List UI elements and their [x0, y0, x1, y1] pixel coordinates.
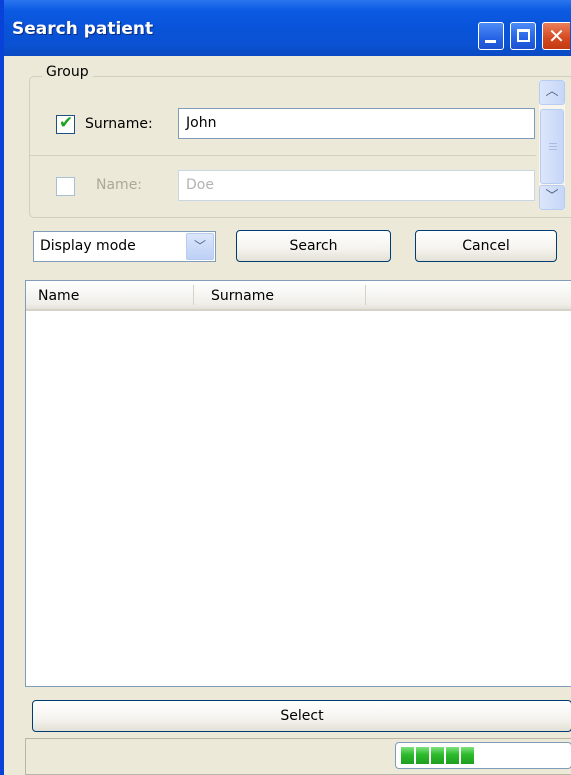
name-checkbox[interactable]: [56, 177, 75, 196]
scroll-down-button[interactable]: ﹀: [539, 185, 565, 210]
group-scrollbar[interactable]: ︿ ﹀: [539, 80, 565, 210]
chevron-down-icon: ﹀: [193, 239, 206, 253]
column-divider[interactable]: [193, 285, 194, 305]
display-mode-value: Display mode: [40, 238, 136, 254]
column-header-surname[interactable]: Surname: [211, 288, 274, 304]
title-bar[interactable]: Search patient ✕: [4, 0, 571, 56]
search-patient-window: Search patient ✕ Group ✔ Surname: John N…: [0, 0, 571, 775]
name-label: Name:: [96, 177, 143, 193]
list-header: Name Surname: [26, 281, 571, 311]
window-title: Search patient: [12, 19, 154, 39]
chevron-down-icon: ﹀: [545, 189, 559, 204]
progress-bar: [395, 742, 571, 769]
select-button[interactable]: Select: [32, 700, 571, 732]
group-label: Group: [42, 64, 93, 80]
scroll-up-button[interactable]: ︿: [539, 80, 565, 105]
display-mode-dropdown-button[interactable]: ﹀: [186, 233, 214, 260]
scroll-thumb[interactable]: [540, 109, 564, 184]
check-icon: ✔: [59, 113, 74, 133]
progress-block: [401, 747, 414, 764]
column-divider[interactable]: [365, 285, 366, 305]
surname-label: Surname:: [85, 116, 153, 132]
progress-block: [461, 747, 474, 764]
progress-block: [446, 747, 459, 764]
grip-line: [549, 149, 557, 150]
minimize-button[interactable]: [478, 22, 504, 50]
progress-block: [431, 747, 444, 764]
cancel-button[interactable]: Cancel: [415, 230, 557, 262]
progress-block: [416, 747, 429, 764]
surname-checkbox[interactable]: ✔: [56, 113, 75, 134]
chevron-up-icon: ︿: [545, 84, 559, 99]
maximize-icon: [517, 29, 530, 42]
search-button[interactable]: Search: [236, 230, 391, 262]
grip-line: [549, 146, 557, 147]
minimize-icon: [485, 40, 496, 43]
grip-line: [549, 143, 557, 144]
column-header-name[interactable]: Name: [38, 288, 79, 304]
display-mode-select[interactable]: Display mode ﹀: [33, 231, 216, 262]
name-input[interactable]: Doe: [178, 170, 535, 201]
surname-input[interactable]: John: [178, 108, 535, 139]
close-icon: ✕: [548, 24, 565, 48]
results-list[interactable]: Name Surname: [25, 280, 571, 687]
maximize-button[interactable]: [510, 22, 536, 50]
close-button[interactable]: ✕: [542, 22, 570, 50]
group-row-divider: [30, 155, 536, 156]
